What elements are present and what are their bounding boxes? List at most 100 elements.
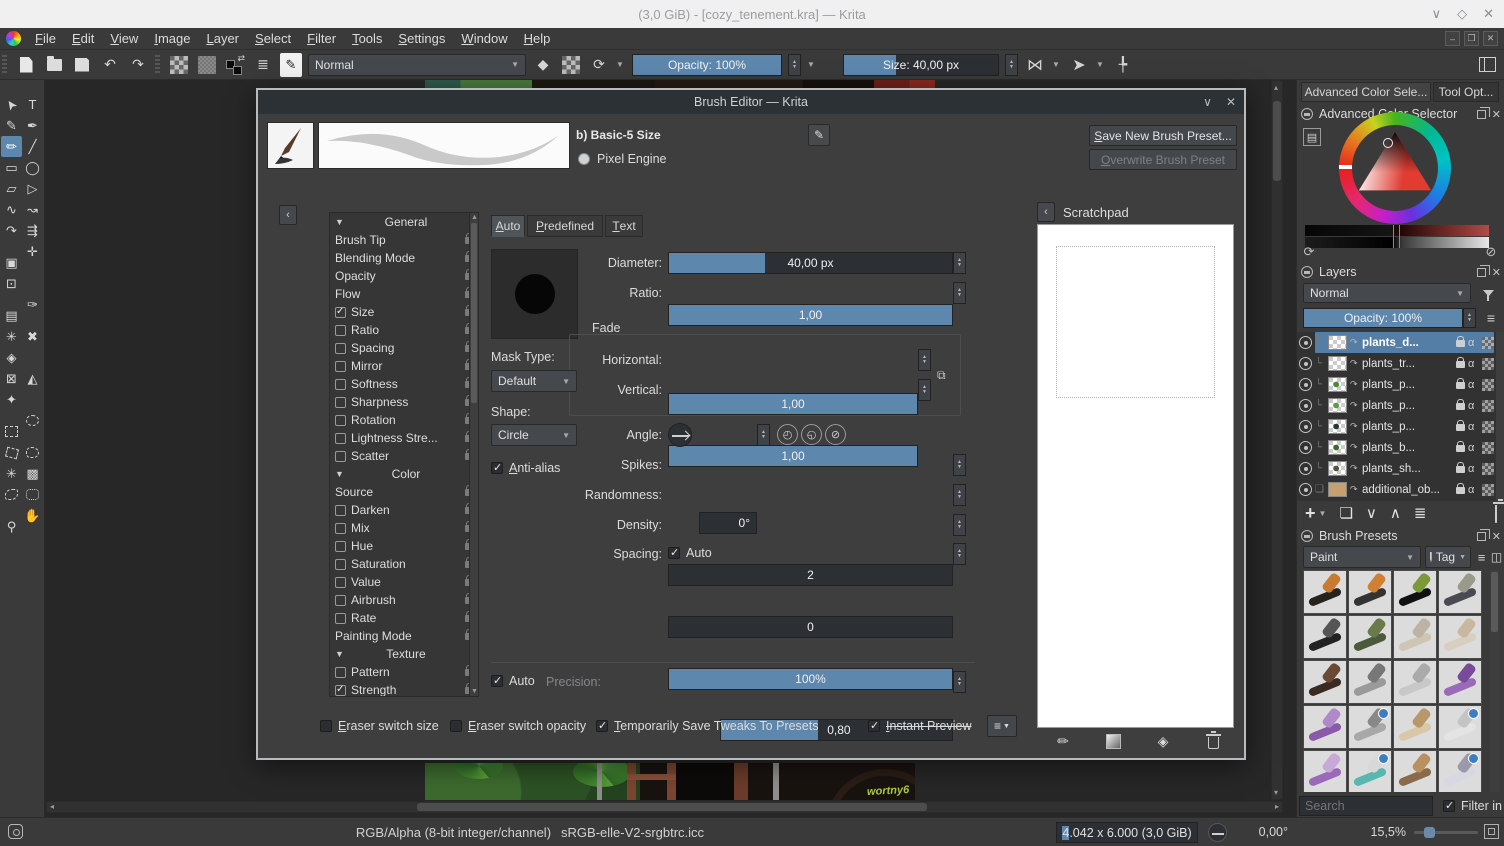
toolbar-drag-handle[interactable] bbox=[2, 54, 7, 75]
freehand-brush-tool[interactable]: ✏ bbox=[1, 136, 22, 157]
pan-tool[interactable]: ✋ bbox=[22, 505, 43, 526]
scratchpad-fill-button[interactable]: ◈ bbox=[1152, 730, 1174, 752]
dialog-options-menu-button[interactable]: ≡ ▼ bbox=[987, 715, 1017, 737]
crop-tool[interactable]: ⊡ bbox=[1, 273, 22, 294]
layer-visibility-icon[interactable] bbox=[1299, 336, 1312, 349]
bezier-selection-tool[interactable] bbox=[1, 484, 22, 505]
size-slider[interactable]: Size: 40,00 px bbox=[843, 53, 999, 76]
vertical-fade-slider[interactable]: 1,00 bbox=[668, 445, 918, 467]
text-tool[interactable]: T bbox=[22, 94, 43, 115]
rectangular-selection-tool[interactable] bbox=[1, 421, 22, 442]
window-close-icon[interactable]: ✕ bbox=[1483, 6, 1494, 22]
rectangle-tool[interactable]: ▭ bbox=[1, 157, 22, 178]
layer-lock-icon[interactable] bbox=[1456, 356, 1465, 371]
layer-lock-icon[interactable] bbox=[1456, 335, 1465, 350]
fill-tool[interactable]: ◈ bbox=[1, 347, 22, 368]
chevron-down-icon[interactable]: ▼ bbox=[616, 60, 626, 69]
size-spinner[interactable]: ▲ ▼ bbox=[1005, 53, 1018, 76]
reference-images-tool[interactable]: ✦ bbox=[1, 389, 22, 410]
brush-preset-thumbnail[interactable] bbox=[1438, 615, 1482, 659]
spacing-auto-checkbox[interactable]: Auto bbox=[668, 543, 712, 563]
angle-clock-button[interactable]: ◴ bbox=[777, 424, 798, 445]
layer-alpha-lock-icon[interactable] bbox=[1482, 462, 1494, 475]
brush-preset-thumbnail[interactable] bbox=[1348, 615, 1392, 659]
docker-lock-icon[interactable] bbox=[1301, 530, 1313, 542]
smart-patch-tool[interactable]: ✳ bbox=[1, 326, 22, 347]
scratchpad-clear-button[interactable] bbox=[1202, 730, 1224, 752]
canvas-rotation-dial[interactable] bbox=[1208, 823, 1227, 842]
layer-lock-icon[interactable] bbox=[1456, 461, 1465, 476]
delete-layer-button[interactable] bbox=[1495, 504, 1497, 523]
line-tool[interactable]: ╱ bbox=[22, 136, 43, 157]
option-size[interactable]: Size bbox=[330, 303, 478, 321]
opacity-spinner[interactable]: ▲ ▼ bbox=[788, 53, 801, 76]
polygonal-selection-tool[interactable] bbox=[1, 442, 22, 463]
option-ratio[interactable]: Ratio bbox=[330, 321, 478, 339]
mdi-close-icon[interactable]: ✕ bbox=[1483, 31, 1498, 46]
randomness-spinner[interactable]: ▲ ▼ bbox=[953, 484, 966, 506]
option-sharpness[interactable]: Sharpness bbox=[330, 393, 478, 411]
menu-image[interactable]: Image bbox=[146, 29, 198, 48]
polygon-tool[interactable]: ▱ bbox=[1, 178, 22, 199]
brush-preset-thumbnail[interactable] bbox=[1348, 705, 1392, 749]
option-checkbox[interactable] bbox=[335, 396, 346, 408]
color-selector-settings-button[interactable]: ▤ bbox=[1303, 128, 1321, 146]
layer-thumbnail[interactable] bbox=[1328, 419, 1347, 434]
menu-file[interactable]: File bbox=[27, 29, 64, 48]
close-docker-icon[interactable]: ✕ bbox=[1492, 108, 1501, 121]
chevron-down-icon[interactable]: ▼ bbox=[1319, 509, 1327, 518]
opacity-slider[interactable]: Opacity: 100% bbox=[632, 53, 782, 76]
brush-preset-thumbnail[interactable] bbox=[1438, 660, 1482, 704]
layer-opacity-spinner[interactable]: ▲ ▼ bbox=[1463, 308, 1476, 328]
scratchpad-collapse-button[interactable]: ‹ bbox=[1037, 202, 1055, 222]
dialog-close-icon[interactable]: ✕ bbox=[1226, 95, 1236, 109]
layer-thumbnail[interactable] bbox=[1328, 461, 1347, 476]
option-checkbox[interactable] bbox=[335, 558, 346, 570]
mdi-minimize-icon[interactable]: – bbox=[1445, 31, 1460, 46]
layer-alpha-lock-icon[interactable] bbox=[1482, 420, 1494, 433]
layer-lock-icon[interactable] bbox=[1456, 482, 1465, 497]
horizontal-mirror-button[interactable]: ⋈ bbox=[1024, 54, 1046, 76]
scratchpad-paint-button[interactable]: ✏ bbox=[1052, 730, 1074, 752]
workspace-chooser-button[interactable] bbox=[1476, 54, 1498, 76]
layer-alpha-icon[interactable]: α bbox=[1468, 337, 1479, 349]
angle-diagonal-button[interactable]: ⊘ bbox=[825, 424, 846, 445]
color-wheel[interactable] bbox=[1339, 112, 1451, 224]
option-flow[interactable]: Flow bbox=[330, 285, 478, 303]
ratio-spinner[interactable]: ▲ ▼ bbox=[953, 282, 966, 304]
brush-preset-thumbnail[interactable] bbox=[1303, 750, 1347, 792]
eraser-switch-size-checkbox[interactable]: Eraser switch size bbox=[320, 716, 439, 736]
color-sampler-tool[interactable]: ✑ bbox=[22, 294, 43, 315]
magnetic-selection-tool[interactable] bbox=[22, 484, 43, 505]
spin-down-icon[interactable]: ▼ bbox=[1467, 318, 1472, 323]
option-mix[interactable]: Mix bbox=[330, 519, 478, 537]
diameter-slider[interactable]: 40,00 px bbox=[668, 252, 953, 274]
layer-visibility-icon[interactable] bbox=[1299, 462, 1312, 475]
option-section-general[interactable]: ▼ General bbox=[330, 213, 478, 231]
menu-filter[interactable]: Filter bbox=[299, 29, 344, 48]
layer-blending-mode-dropdown[interactable]: Normal ▼ bbox=[1303, 283, 1471, 303]
layer-row[interactable]: └ ↷ plants_sh... α bbox=[1297, 458, 1496, 479]
option-painting-mode[interactable]: Painting Mode bbox=[330, 627, 478, 645]
scroll-right-icon[interactable]: ▸ bbox=[1275, 802, 1279, 812]
contiguous-selection-tool[interactable]: ✳ bbox=[1, 463, 22, 484]
section-collapse-icon[interactable]: ▼ bbox=[335, 649, 344, 659]
spin-down-icon[interactable]: ▼ bbox=[957, 554, 962, 559]
transform-tool[interactable]: ▣ bbox=[1, 252, 22, 273]
layer-filter-button[interactable] bbox=[1477, 283, 1499, 303]
dynamic-brush-tool[interactable]: ↷ bbox=[1, 220, 22, 241]
preset-tag-dropdown[interactable]: Paint ▼ bbox=[1303, 546, 1421, 568]
ratio-slider[interactable]: 1,00 bbox=[668, 304, 953, 326]
option-section-color[interactable]: ▼ Color bbox=[330, 465, 478, 483]
horizontal-scrollbar[interactable]: ◂ ▸ bbox=[46, 801, 1283, 813]
horizontal-fade-slider[interactable]: 1,00 bbox=[668, 393, 918, 415]
save-button[interactable] bbox=[71, 54, 93, 76]
option-airbrush[interactable]: Airbrush bbox=[330, 591, 478, 609]
tab-advanced-color-selector[interactable]: Advanced Color Sele... bbox=[1301, 82, 1431, 102]
option-checkbox[interactable] bbox=[335, 612, 346, 624]
spin-down-icon[interactable]: ▼ bbox=[922, 360, 927, 365]
layers-header[interactable]: Layers ✕ bbox=[1297, 262, 1504, 282]
edit-shapes-tool[interactable]: ✎ bbox=[1, 115, 22, 136]
tab-tool-options[interactable]: Tool Opt... bbox=[1433, 82, 1499, 102]
chevron-down-icon[interactable]: ▼ bbox=[1052, 60, 1062, 69]
